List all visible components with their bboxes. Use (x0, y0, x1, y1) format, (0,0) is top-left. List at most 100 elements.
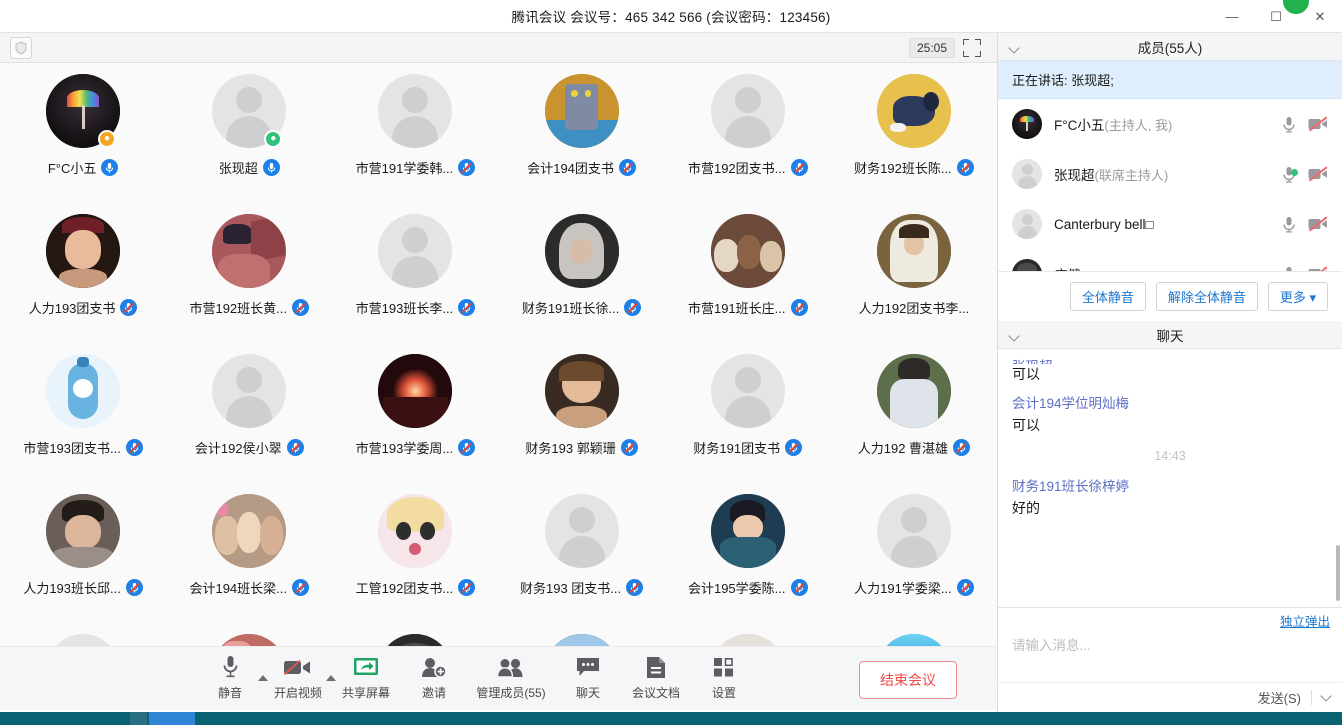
microphone-icon[interactable] (1282, 116, 1296, 133)
participant-tile[interactable]: ● 张现超 (166, 68, 332, 208)
camera-off-icon[interactable] (1308, 116, 1328, 132)
chevron-down-icon[interactable] (1008, 41, 1020, 54)
participant-tile[interactable] (499, 628, 665, 646)
members-panel-header[interactable]: 成员(55人) (998, 33, 1342, 61)
chat-input[interactable]: 请输入消息... (998, 630, 1342, 682)
participant-tile[interactable]: 工管192团支书... (332, 488, 498, 628)
participant-tile[interactable]: 人力191学委梁... (831, 488, 997, 628)
start-video-button[interactable]: 开启视频 (264, 654, 332, 703)
microphone-icon[interactable] (1282, 166, 1298, 183)
microphone-muted-icon (458, 159, 476, 176)
participant-name-row: 会计194团支书 (527, 158, 636, 177)
chat-panel-title: 聊天 (1156, 328, 1184, 344)
chat-button[interactable]: 聊天 (554, 654, 622, 703)
member-list-item[interactable]: 庄健 (998, 249, 1342, 271)
participant-tile[interactable]: 财务191团支书 (665, 348, 831, 488)
end-meeting-button[interactable]: 结束会议 (859, 661, 957, 699)
shield-icon[interactable] (10, 36, 32, 59)
participant-tile[interactable]: 财务193 郭颖珊 (499, 348, 665, 488)
member-list-item[interactable]: Canterbury bell□ (998, 199, 1342, 249)
participant-name: 市营191学委韩... (355, 161, 454, 176)
settings-label: 设置 (711, 686, 736, 700)
manage-members-label: 管理成员(55) (476, 686, 546, 700)
camera-off-icon[interactable] (1308, 166, 1328, 182)
participant-tile[interactable]: 会计194班长梁... (166, 488, 332, 628)
avatar-photo (710, 214, 785, 288)
settings-button[interactable]: 设置 (690, 654, 758, 703)
participant-tile[interactable]: 人力192团支书李... (831, 208, 997, 348)
microphone-icon[interactable] (1282, 216, 1296, 233)
participant-tile[interactable]: 人力193团支书 (0, 208, 166, 348)
maximize-button[interactable]: ☐ (1254, 0, 1298, 33)
mute-label: 静音 (217, 686, 242, 700)
participant-name: 财务193 郭颖珊 (525, 441, 616, 456)
participant-tile[interactable] (166, 628, 332, 646)
participant-name: 会计195学委陈... (687, 581, 786, 596)
camera-off-icon (283, 654, 313, 680)
mute-button[interactable]: 静音 (196, 654, 264, 703)
participant-name: 张现超 (218, 161, 258, 176)
participant-name-row: 财务192班长陈... (854, 158, 974, 177)
participant-tile[interactable]: 会计192侯小翠 (166, 348, 332, 488)
microphone-muted-icon (790, 159, 808, 176)
taskbar-item-1[interactable] (130, 712, 147, 725)
chat-message-text: 好的 (1012, 500, 1040, 516)
mute-all-button[interactable]: 全体静音 (1069, 282, 1146, 311)
member-list-item[interactable]: F°C小五(主持人, 我) (998, 99, 1342, 149)
more-actions-button[interactable]: 更多 ▾ (1267, 282, 1328, 311)
participant-tile[interactable]: 市营192团支书... (665, 68, 831, 208)
participant-tile[interactable]: 会计195学委陈... (665, 488, 831, 628)
chevron-down-icon[interactable] (1320, 689, 1332, 702)
participant-tile[interactable]: 市营192班长黄... (166, 208, 332, 348)
avatar-photo (1012, 259, 1042, 271)
participant-tile[interactable]: 市营191班长庄... (665, 208, 831, 348)
participant-tile[interactable]: 财务192班长陈... (831, 68, 997, 208)
chevron-down-icon[interactable] (1008, 329, 1020, 342)
participant-name-row: 工管192团支书... (356, 578, 476, 597)
participant-tile[interactable]: 财务193 团支书... (499, 488, 665, 628)
participant-tile[interactable]: ● F°C小五 (0, 68, 166, 208)
share-screen-button[interactable]: 共享屏幕 (332, 654, 400, 703)
chat-panel-header[interactable]: 聊天 (998, 321, 1342, 349)
meeting-docs-button[interactable]: 会议文档 (622, 654, 690, 703)
participant-tile[interactable]: 人力193班长邱... (0, 488, 166, 628)
avatar (876, 214, 951, 288)
chat-message-list[interactable]: 张现超 可以会计194学位明灿梅可以14:43财务191班长徐梓婷好的 (998, 349, 1342, 607)
avatar: ● (212, 74, 287, 148)
participant-tile[interactable] (0, 628, 166, 646)
unmute-all-button[interactable]: 解除全体静音 (1155, 282, 1258, 311)
microphone-icon[interactable] (1282, 266, 1296, 271)
participant-tile[interactable] (831, 628, 997, 646)
invite-button[interactable]: 邀请 (400, 654, 468, 703)
manage-members-button[interactable]: 管理成员(55) (468, 654, 554, 703)
participant-name-row: 市营193团支书... (23, 438, 143, 457)
avatar (710, 74, 785, 148)
participant-tile[interactable]: 会计194团支书 (499, 68, 665, 208)
member-name-text: 庄健 (1054, 268, 1081, 271)
close-button[interactable]: ✕ (1298, 0, 1342, 33)
default-avatar-icon (710, 354, 785, 428)
participant-tile[interactable]: 市营193学委周... (332, 348, 498, 488)
participant-name: 市营193班长李... (355, 301, 454, 316)
participant-tile[interactable]: 市营193团支书... (0, 348, 166, 488)
participant-tile[interactable]: 财务191班长徐... (499, 208, 665, 348)
microphone-muted-icon (458, 299, 476, 316)
participant-tile[interactable] (665, 628, 831, 646)
minimize-button[interactable]: — (1210, 0, 1254, 33)
meeting-control-bar: 静音 开启视频 共享屏幕 邀请 管理成员(55) 聊天 会议文档 设置 结束会议 (0, 646, 997, 710)
chat-scrollbar[interactable] (1336, 545, 1340, 601)
participant-tile[interactable] (332, 628, 498, 646)
taskbar-item-2[interactable] (149, 712, 195, 725)
camera-off-icon[interactable] (1308, 216, 1328, 232)
participant-tile[interactable]: 人力192 曹湛雄 (831, 348, 997, 488)
send-button[interactable]: 发送(S) (1258, 688, 1301, 707)
popout-chat-link[interactable]: 独立弹出 (1280, 615, 1330, 629)
camera-off-icon[interactable] (1308, 266, 1328, 271)
fullscreen-icon[interactable] (963, 38, 981, 57)
member-list[interactable]: F°C小五(主持人, 我) 张现超(联席主持人) Canterbury bell□ … (998, 99, 1342, 271)
avatar-photo (212, 634, 287, 646)
member-list-item[interactable]: 张现超(联席主持人) (998, 149, 1342, 199)
participant-tile[interactable]: 市营191学委韩... (332, 68, 498, 208)
participant-tile[interactable]: 市营193班长李... (332, 208, 498, 348)
avatar-photo (46, 354, 121, 428)
